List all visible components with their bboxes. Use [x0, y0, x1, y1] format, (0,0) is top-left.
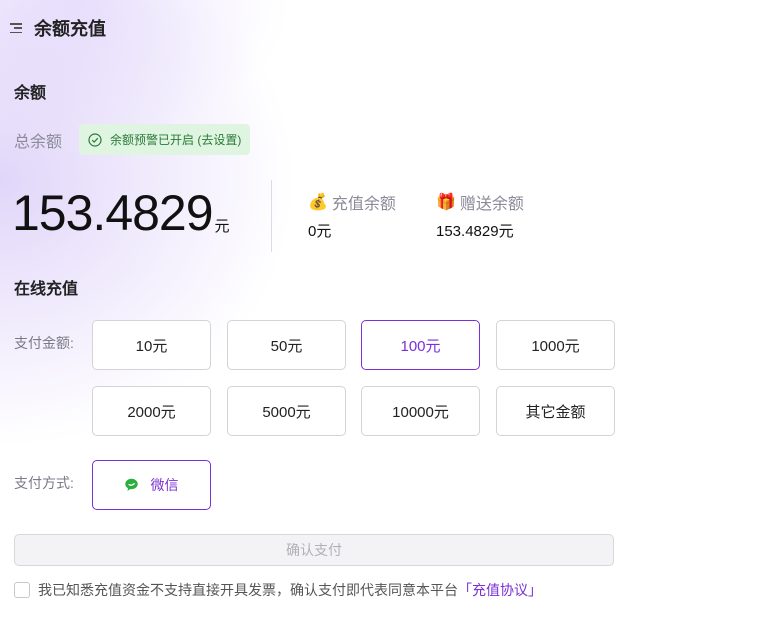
gift-balance: 🎁 赠送余额 153.4829元 [436, 190, 524, 241]
agreement-row: 我已知悉充值资金不支持直接开具发票，确认支付即代表同意本平台 「充值协议」 [14, 580, 542, 600]
page-title: 余额充值 [34, 19, 106, 39]
total-balance-unit: 元 [214, 218, 230, 235]
online-recharge-title: 在线充值 [14, 281, 79, 298]
amount-option-10[interactable]: 10元 [92, 320, 211, 370]
balance-alert-text: 余额预警已开启 (去设置) [110, 133, 242, 147]
page-header: 余额充值 [10, 14, 106, 42]
amount-option-5000[interactable]: 5000元 [227, 386, 346, 436]
money-bag-icon: 💰 [308, 194, 328, 211]
amount-option-50[interactable]: 50元 [227, 320, 346, 370]
recharge-balance-label: 充值余额 [331, 196, 396, 213]
balance-divider [271, 180, 272, 252]
confirm-payment-button[interactable]: 确认支付 [14, 534, 614, 566]
amount-option-other[interactable]: 其它金额 [496, 386, 615, 436]
wechat-icon [124, 478, 138, 491]
amount-option-2000[interactable]: 2000元 [92, 386, 211, 436]
agreement-text: 我已知悉充值资金不支持直接开具发票，确认支付即代表同意本平台 [38, 582, 458, 598]
agreement-checkbox[interactable] [14, 582, 30, 598]
amount-option-10000[interactable]: 10000元 [361, 386, 480, 436]
gift-balance-value: 153.4829元 [436, 223, 514, 240]
recharge-balance: 💰 充值余额 0元 [308, 190, 396, 241]
payment-method-label: 支付方式: [14, 475, 74, 491]
menu-collapse-icon[interactable] [10, 23, 22, 33]
total-balance: 153.4829 元 [12, 185, 230, 241]
amount-option-1000[interactable]: 1000元 [496, 320, 615, 370]
amount-label: 支付金额: [14, 335, 74, 351]
balance-alert-badge[interactable]: 余额预警已开启 (去设置) [79, 124, 251, 155]
total-balance-label: 总余额 [14, 134, 63, 151]
check-circle-icon [88, 132, 102, 147]
payment-method-text: 微信 [150, 477, 179, 493]
total-balance-value: 153.4829 [12, 185, 214, 241]
gift-balance-label: 赠送余额 [459, 196, 524, 213]
recharge-balance-value: 0元 [308, 223, 332, 240]
balance-section-title: 余额 [14, 85, 47, 102]
amount-option-100[interactable]: 100元 [361, 320, 480, 370]
gift-icon: 🎁 [436, 194, 456, 211]
recharge-agreement-link[interactable]: 「充值协议」 [458, 580, 542, 600]
payment-method-wechat[interactable]: 微信 [92, 460, 211, 510]
